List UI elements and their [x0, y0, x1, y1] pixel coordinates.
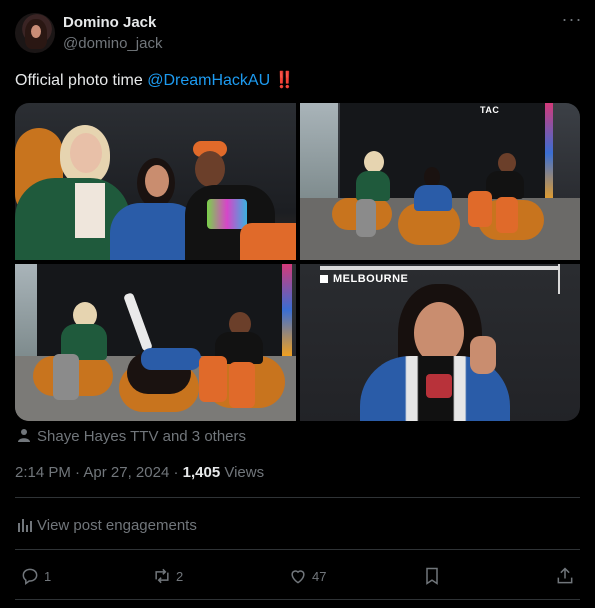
colorful-banner — [282, 264, 292, 356]
person-legs — [229, 362, 255, 408]
tweet-text: Official photo time @DreamHackAU ‼️ — [15, 70, 295, 90]
bookmark-icon — [426, 567, 438, 585]
backdrop-brand-text: TAC — [480, 105, 500, 115]
tweet-time[interactable]: 2:14 PM — [15, 464, 71, 481]
views-label: Views — [220, 464, 265, 481]
backdrop-square — [320, 275, 328, 283]
author-avatar[interactable] — [15, 13, 55, 53]
avatar-face — [31, 25, 41, 38]
like-icon — [291, 570, 305, 584]
more-icon[interactable]: ··· — [560, 10, 584, 32]
person-face — [414, 302, 464, 364]
repost-button[interactable]: 2 — [152, 566, 183, 586]
photo-3[interactable] — [15, 264, 296, 421]
person-legs — [496, 197, 518, 233]
share-icon — [557, 567, 573, 584]
mention-link[interactable]: @DreamHackAU — [147, 72, 270, 89]
tshirt-print — [426, 374, 452, 398]
social-context[interactable]: Shaye Hayes TTV and 3 others — [37, 428, 246, 445]
divider — [15, 497, 580, 498]
tweet-date[interactable]: Apr 27, 2024 — [83, 464, 169, 481]
person-legs — [356, 199, 376, 237]
person-legs — [53, 354, 79, 400]
share-button[interactable] — [555, 566, 575, 586]
colorful-banner — [545, 103, 553, 203]
view-post-engagements-link[interactable]: View post engagements — [37, 517, 197, 534]
white-shirt — [75, 183, 105, 238]
window — [300, 103, 338, 203]
person-head — [364, 151, 384, 173]
backdrop-logo-bar — [320, 266, 560, 270]
person-legs — [468, 191, 492, 227]
reply-button[interactable]: 1 — [20, 566, 51, 586]
media-grid: TAC MELBOURNE — [15, 103, 580, 421]
person-legs — [199, 356, 227, 402]
like-button[interactable]: 47 — [288, 566, 326, 586]
tweet-meta: 2:14 PM · Apr 27, 2024 · 1,405 Views — [15, 464, 265, 481]
person-icon — [18, 429, 30, 442]
tweet-text-suffix: ‼️ — [270, 72, 295, 89]
person-head — [498, 153, 516, 173]
peace-sign-hand — [470, 336, 496, 374]
repost-icon — [155, 568, 169, 584]
photo-2[interactable]: TAC — [300, 103, 580, 260]
orange-pants — [240, 223, 296, 260]
author-handle[interactable]: @domino_jack — [63, 35, 162, 52]
divider — [15, 599, 580, 600]
person-face — [145, 165, 169, 197]
reply-icon — [22, 568, 38, 585]
analytics-icon — [18, 519, 32, 532]
reply-count: 1 — [44, 568, 52, 584]
tshirt-print — [207, 199, 247, 229]
window — [15, 264, 37, 359]
person-head — [424, 167, 440, 187]
divider — [15, 549, 580, 550]
person-face — [70, 133, 102, 173]
repost-count: 2 — [176, 568, 184, 584]
backdrop-brand-text: MELBOURNE — [333, 273, 409, 285]
person-face — [195, 151, 225, 187]
backdrop-line — [558, 264, 560, 294]
photo-4[interactable]: MELBOURNE — [300, 264, 580, 421]
author-display-name[interactable]: Domino Jack — [63, 14, 156, 31]
blue-jacket — [141, 348, 201, 370]
person-torso — [356, 171, 390, 201]
views-count: 1,405 — [182, 464, 221, 481]
like-count: 47 — [312, 568, 327, 584]
photo-1[interactable] — [15, 103, 296, 260]
tweet-text-prefix: Official photo time — [15, 72, 148, 89]
person-torso — [414, 185, 452, 211]
bookmark-button[interactable] — [422, 566, 442, 586]
